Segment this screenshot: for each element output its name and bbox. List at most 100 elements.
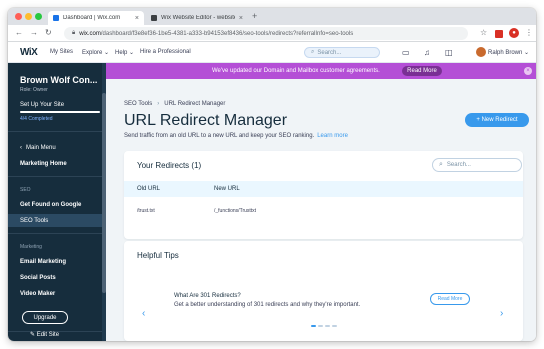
chevron-left-icon: ‹ — [20, 144, 22, 151]
browser-menu-icon[interactable]: ⋮ — [525, 28, 533, 37]
wix-search-input[interactable]: ⌕ Search... — [304, 47, 380, 58]
previous-tip-arrow-icon[interactable]: ‹ — [142, 308, 145, 319]
tab-close-icon[interactable]: × — [239, 15, 243, 22]
edit-site-link[interactable]: ✎ Edit Site — [30, 331, 59, 338]
notifications-bell-icon[interactable]: ♫ — [424, 48, 430, 57]
edit-site-label: Edit Site — [36, 332, 60, 338]
search-placeholder: Search... — [446, 162, 471, 168]
messages-icon[interactable]: ◫ — [445, 48, 453, 57]
search-icon: ⌕ — [439, 161, 443, 168]
sidebar-divider — [8, 176, 102, 177]
sidebar-item-marketing-home[interactable]: Marketing Home — [8, 157, 102, 170]
wix-top-bar: WiX My Sites Explore ⌄ Help ⌄ Hire a Pro… — [8, 42, 536, 63]
sidebar-item-social-posts[interactable]: Social Posts — [8, 271, 102, 284]
explore-menu[interactable]: Explore ⌄ — [82, 49, 109, 56]
notice-read-more-button[interactable]: Read More — [402, 66, 442, 76]
tip-read-more-button[interactable]: Read More — [430, 293, 470, 305]
main-content: SEO Tools › URL Redirect Manager URL Redir… — [106, 79, 536, 341]
page-subtitle: Send traffic from an old URL to a new UR… — [124, 133, 348, 139]
site-role: Role: Owner — [20, 87, 48, 93]
helpful-tips-title: Helpful Tips — [137, 251, 179, 260]
maximize-window-icon[interactable] — [35, 13, 42, 20]
sidebar-item-seo-tools[interactable]: SEO Tools — [8, 214, 102, 227]
reload-icon[interactable]: ↻ — [45, 28, 52, 37]
setup-progress-text: 4/4 Completed — [20, 116, 53, 122]
redirects-card-title: Your Redirects (1) — [137, 161, 202, 170]
pagination-dot[interactable] — [325, 325, 330, 327]
breadcrumb-separator-icon: › — [157, 101, 160, 107]
sidebar-item-video-maker[interactable]: Video Maker — [8, 287, 102, 300]
redirects-search-input[interactable]: ⌕ Search... — [432, 158, 522, 172]
close-window-icon[interactable] — [15, 13, 22, 20]
redirect-old-url[interactable]: /trust.txt — [137, 208, 155, 214]
forward-arrow-icon[interactable]: → — [30, 28, 38, 37]
notice-close-icon[interactable]: × — [524, 67, 532, 75]
back-arrow-icon[interactable]: ← — [15, 28, 23, 37]
breadcrumb-current: URL Redirect Manager — [164, 101, 226, 107]
subtitle-text: Send traffic from an old URL to a new UR… — [124, 133, 315, 139]
agreement-notice-banner: We've updated our Domain and Mailbox cus… — [106, 63, 536, 79]
sidebar-item-label: Marketing Home — [20, 160, 67, 167]
tab-title: Dashboard | Wix.com — [63, 15, 121, 21]
search-placeholder: Search... — [317, 49, 342, 56]
chat-icon[interactable]: ▭ — [402, 48, 410, 57]
column-header-new-url[interactable]: New URL — [214, 186, 240, 192]
redirects-table-header: Old URL New URL — [124, 181, 523, 197]
page-title: URL Redirect Manager — [124, 112, 288, 129]
browser-tab-editor[interactable]: Wix Website Editor - website × — [146, 11, 248, 25]
sidebar-item-label: SEO Tools — [20, 217, 49, 224]
setup-site-link[interactable]: Set Up Your Site — [20, 102, 64, 108]
wix-favicon-icon — [53, 15, 59, 21]
wix-logo[interactable]: WiX — [20, 47, 38, 58]
browser-profile-icon[interactable]: ● — [509, 28, 519, 38]
tab-close-icon[interactable]: × — [135, 15, 139, 22]
sidebar-divider — [8, 131, 102, 132]
url-domain: wix.com — [79, 30, 101, 37]
pencil-icon: ✎ — [30, 332, 36, 338]
help-menu[interactable]: Help ⌄ — [115, 49, 134, 56]
browser-window: Dashboard | Wix.com × Wix Website Editor… — [8, 8, 536, 341]
tab-strip: Dashboard | Wix.com × Wix Website Editor… — [8, 8, 536, 25]
sidebar-item-label: Get Found on Google — [20, 201, 82, 208]
breadcrumb: SEO Tools › URL Redirect Manager — [124, 101, 225, 107]
lock-icon: 🔒︎ — [72, 30, 76, 36]
sidebar-item-get-found-on-google[interactable]: Get Found on Google — [8, 198, 102, 211]
url-path: /dashboard/f3e8ef36-1be5-4381-a333-b9415… — [100, 30, 354, 37]
sidebar-section-marketing: Marketing — [20, 244, 42, 250]
site-name[interactable]: Brown Wolf Con... — [20, 75, 97, 85]
address-bar: ← → ↻ 🔒︎ wix.com/dashboard/f3e8ef36-1be5… — [8, 25, 536, 42]
extension-icon[interactable] — [495, 30, 503, 38]
wix-editor-favicon-icon — [151, 15, 157, 21]
setup-progress-fill — [20, 111, 100, 113]
pagination-dot[interactable] — [332, 325, 337, 327]
new-redirect-button[interactable]: + New Redirect — [465, 113, 529, 127]
hire-professional-link[interactable]: Hire a Professional — [140, 49, 191, 55]
next-tip-arrow-icon[interactable]: › — [500, 308, 503, 319]
notice-text: We've updated our Domain and Mailbox cus… — [212, 68, 380, 74]
sidebar-item-main-menu[interactable]: ‹ Main Menu — [8, 141, 102, 154]
minimize-window-icon[interactable] — [25, 13, 32, 20]
learn-more-link[interactable]: Learn more — [317, 133, 348, 139]
user-name-menu[interactable]: Ralph Brown ⌄ — [488, 49, 529, 56]
pagination-dot[interactable] — [311, 325, 316, 327]
redirect-new-url[interactable]: /_functions/Trusttxt — [214, 208, 256, 214]
dashboard-sidebar: Brown Wolf Con... Role: Owner Set Up You… — [8, 63, 106, 341]
breadcrumb-seo-tools[interactable]: SEO Tools — [124, 101, 152, 107]
sidebar-item-label: Email Marketing — [20, 258, 67, 265]
pagination-dot[interactable] — [318, 325, 323, 327]
new-tab-button[interactable]: + — [252, 11, 257, 21]
sidebar-item-label: Main Menu — [26, 144, 56, 151]
sidebar-divider — [8, 233, 102, 234]
sidebar-item-label: Video Maker — [20, 290, 56, 297]
redirects-card: Your Redirects (1) ⌕ Search... Old URL N… — [124, 151, 523, 239]
sidebar-item-email-marketing[interactable]: Email Marketing — [8, 255, 102, 268]
bookmark-star-icon[interactable]: ☆ — [480, 28, 487, 37]
browser-tab-dashboard[interactable]: Dashboard | Wix.com × — [48, 11, 144, 25]
tip-title: What Are 301 Redirects? — [174, 293, 241, 299]
upgrade-button[interactable]: Upgrade — [22, 311, 68, 324]
column-header-old-url[interactable]: Old URL — [137, 186, 160, 192]
user-avatar[interactable] — [476, 47, 486, 57]
sidebar-section-seo: SEO — [20, 187, 31, 193]
url-input[interactable]: 🔒︎ wix.com/dashboard/f3e8ef36-1be5-4381-… — [64, 27, 468, 40]
my-sites-link[interactable]: My Sites — [50, 49, 73, 55]
